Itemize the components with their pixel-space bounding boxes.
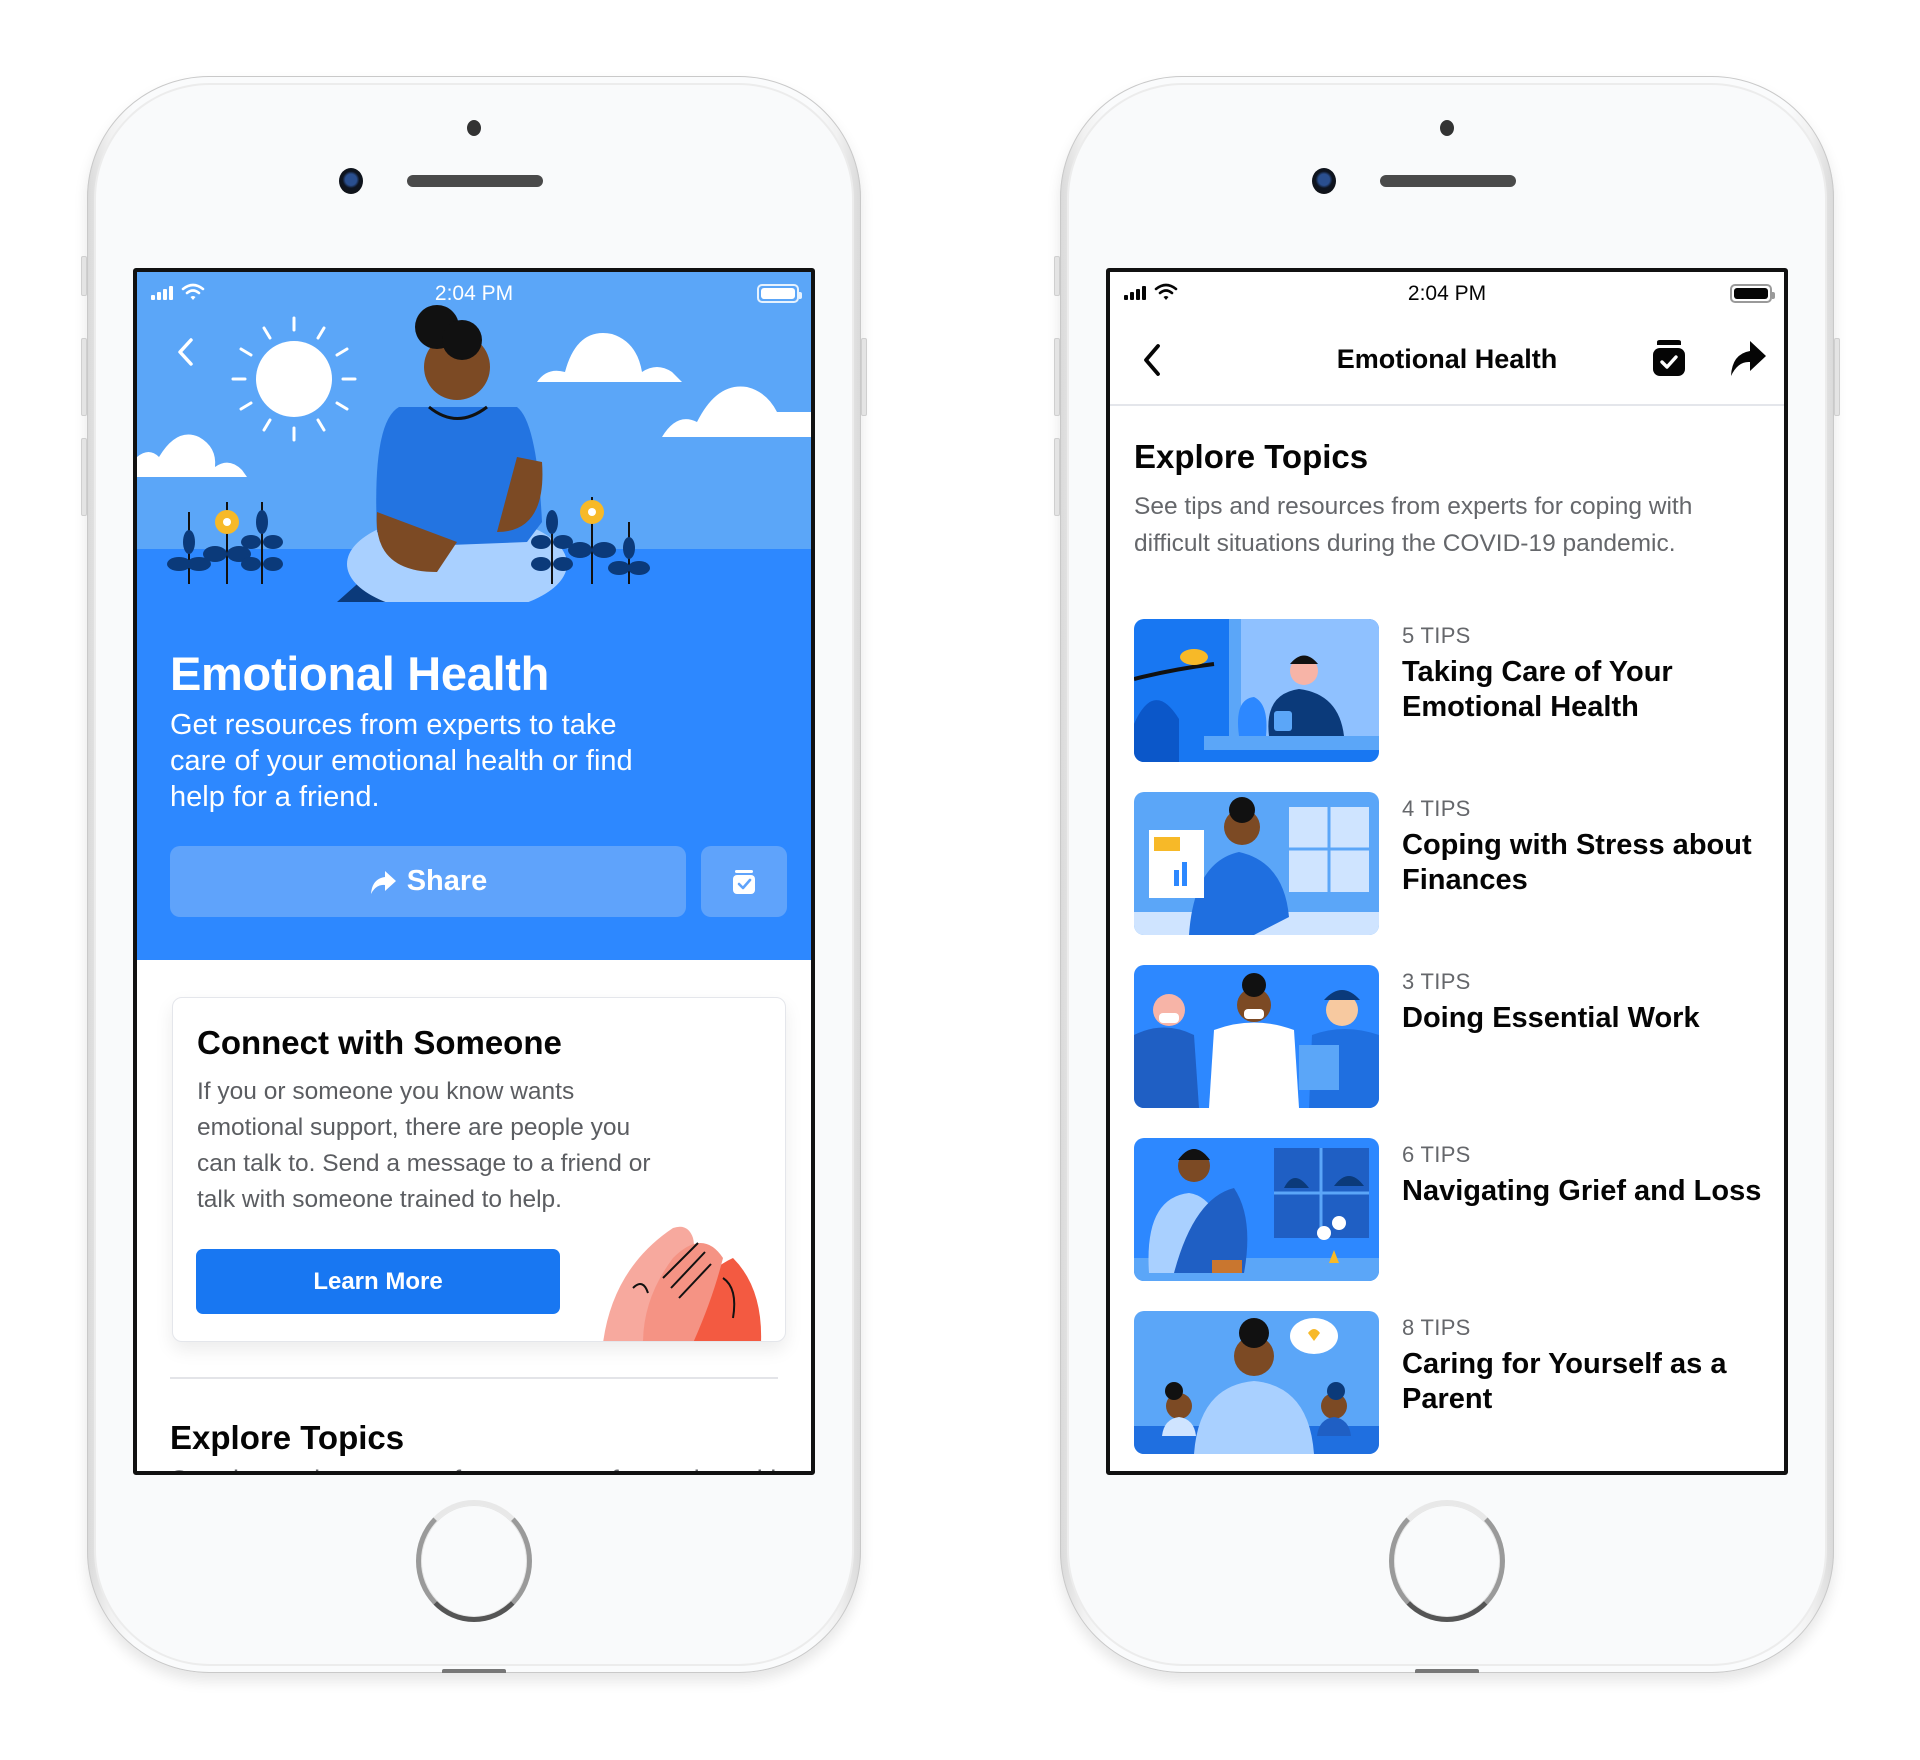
hands-illustration (603, 1226, 762, 1341)
earpiece-speaker (1380, 175, 1516, 187)
cloud (662, 386, 811, 437)
back-chevron-icon[interactable] (169, 334, 205, 370)
phone-device-right: 2:04 PM Emotional Health Explore Topics … (1054, 76, 1840, 1673)
status-time: 2:04 PM (1407, 282, 1487, 305)
screen-emotional-health-landing: 2:04 PM Emotional Health Get resources f… (133, 268, 815, 1475)
volume-up-button (81, 338, 87, 416)
volume-down-button (81, 438, 87, 516)
battery-icon (757, 284, 802, 303)
connect-with-someone-card: Connect with Someone If you or someone y… (172, 997, 786, 1342)
topic-list-item[interactable]: 4 TIPS Coping with Stress about Finances (1134, 792, 1774, 935)
save-bookmark-icon[interactable] (1648, 338, 1690, 380)
explore-topics-description-truncated: See tips and resources from experts for … (170, 1465, 790, 1471)
status-bar: 2:04 PM (137, 272, 811, 318)
hero-illustration-meditating-woman (137, 305, 811, 602)
section-divider (170, 1377, 778, 1379)
topic-thumbnail-person-with-bills (1134, 792, 1379, 935)
topic-thumbnail-person-sitting-by-window (1134, 1138, 1379, 1281)
phone-device-left: 2:04 PM Emotional Health Get resources f… (81, 76, 867, 1673)
screen-explore-topics: 2:04 PM Emotional Health Explore Topics … (1106, 268, 1788, 1475)
status-bar: 2:04 PM (1110, 272, 1784, 318)
card-title: Connect with Someone (197, 1024, 562, 1061)
mute-switch (1054, 256, 1060, 296)
page-title: Emotional Health (170, 647, 550, 700)
explore-topics-description: See tips and resources from experts for … (1134, 493, 1693, 557)
topic-thumbnail-essential-workers (1134, 965, 1379, 1108)
woman-figure (337, 305, 567, 602)
status-time: 2:04 PM (434, 282, 514, 305)
cloud (537, 333, 682, 382)
navigation-bar: Emotional Health (1110, 318, 1784, 406)
topic-tip-count: 5 TIPS (1402, 623, 1471, 648)
sun-icon (231, 316, 357, 442)
topic-thumbnail-parent-with-children (1134, 1311, 1379, 1454)
proximity-sensor (1440, 120, 1454, 136)
cloud (137, 434, 247, 477)
topic-title: Taking Care of Your Emotional Health (1402, 656, 1673, 723)
topic-list-item[interactable]: 5 TIPS Taking Care of Your Emotional Hea… (1134, 619, 1774, 762)
share-arrow-icon[interactable] (1726, 338, 1770, 380)
front-camera (1312, 168, 1336, 194)
topic-thumbnail-window-person-with-cat (1134, 619, 1379, 762)
topic-title: Caring for Yourself as a Parent (1402, 1348, 1727, 1415)
topic-tip-count: 4 TIPS (1402, 796, 1471, 821)
battery-icon (1730, 284, 1775, 303)
share-button[interactable]: Share (170, 846, 686, 917)
power-button (1834, 338, 1840, 416)
volume-up-button (1054, 338, 1060, 416)
card-body: If you or someone you know wants emotion… (197, 1078, 651, 1213)
proximity-sensor (467, 120, 481, 136)
explore-topics-heading: Explore Topics (1134, 438, 1369, 475)
learn-more-button[interactable]: Learn More (196, 1249, 560, 1314)
topic-title: Coping with Stress about Finances (1402, 829, 1752, 896)
hero-section: 2:04 PM Emotional Health Get resources f… (137, 272, 811, 960)
earpiece-speaker (407, 175, 543, 187)
page-description: Get resources from experts to take care … (170, 709, 633, 813)
topic-tip-count: 8 TIPS (1402, 1315, 1471, 1340)
share-arrow-icon (370, 870, 396, 894)
volume-down-button (1054, 438, 1060, 516)
power-button (861, 338, 867, 416)
topic-title: Navigating Grief and Loss (1402, 1175, 1762, 1207)
save-bookmark-icon (733, 869, 755, 894)
topic-list-item[interactable]: 3 TIPS Doing Essential Work (1134, 965, 1774, 1108)
topic-list-item[interactable]: 8 TIPS Caring for Yourself as a Parent (1134, 1311, 1774, 1454)
home-button (1389, 1500, 1505, 1622)
topic-tip-count: 3 TIPS (1402, 969, 1471, 994)
mute-switch (81, 256, 87, 296)
front-camera (339, 168, 363, 194)
lightning-port (1415, 1669, 1479, 1673)
save-button[interactable] (701, 846, 787, 917)
home-button (416, 1500, 532, 1622)
share-button-label: Share (406, 865, 488, 897)
explore-topics-heading: Explore Topics (170, 1419, 405, 1456)
topic-list-item[interactable]: 6 TIPS Navigating Grief and Loss (1134, 1138, 1774, 1281)
lightning-port (442, 1669, 506, 1673)
topic-tip-count: 6 TIPS (1402, 1142, 1471, 1167)
topic-title: Doing Essential Work (1402, 1002, 1700, 1034)
